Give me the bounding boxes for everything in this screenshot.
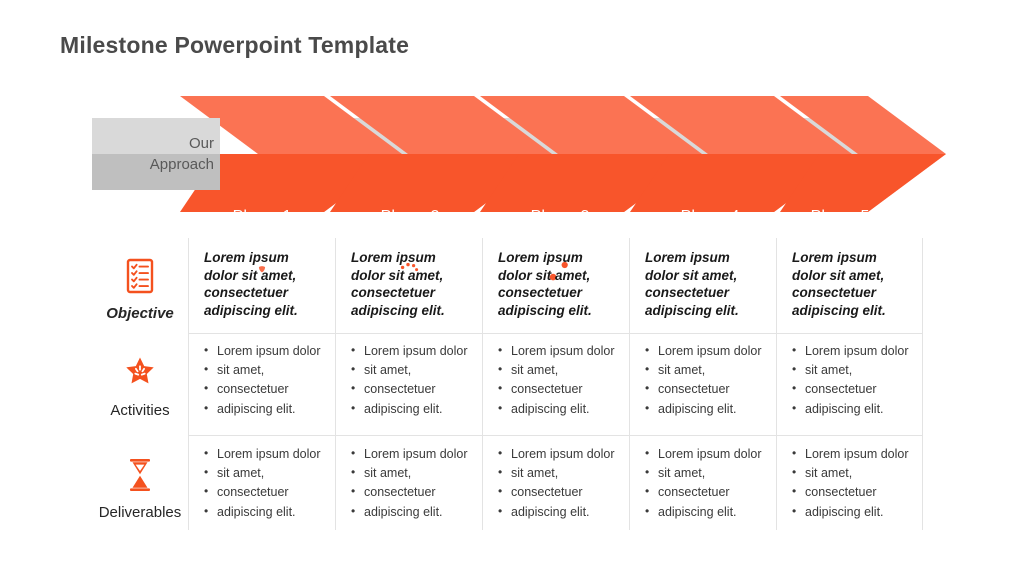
list-item: sit amet,	[498, 463, 623, 483]
list-item: sit amet,	[645, 360, 770, 380]
list-item: sit amet,	[792, 360, 917, 380]
objective-cell-4: Lorem ipsum dolor sit amet, consectetuer…	[645, 250, 739, 318]
objective-cell-5: Lorem ipsum dolor sit amet, consectetuer…	[792, 250, 886, 318]
activities-list-1: Lorem ipsum dolor sit amet, consectetuer…	[204, 341, 329, 419]
list-item: consectetuer	[792, 379, 917, 399]
list-item: sit amet,	[351, 463, 476, 483]
row-header-objective: Objective	[92, 244, 188, 332]
list-item: consectetuer	[204, 482, 329, 502]
list-item: consectetuer	[792, 482, 917, 502]
approach-text: Our Approach	[92, 118, 220, 190]
column-divider-4	[776, 238, 777, 530]
list-item: adipiscing elit.	[792, 399, 917, 419]
list-item: sit amet,	[792, 463, 917, 483]
list-item: adipiscing elit.	[498, 399, 623, 419]
approach-line-1: Our	[188, 135, 214, 152]
objective-cell-3: Lorem ipsum dolor sit amet, consectetuer…	[498, 250, 592, 318]
list-item: Lorem ipsum dolor	[204, 444, 329, 464]
list-item: adipiscing elit.	[204, 399, 329, 419]
objective-cell-1: Lorem ipsum dolor sit amet, consectetuer…	[204, 250, 298, 318]
deliverables-list-4: Lorem ipsum dolor sit amet, consectetuer…	[645, 444, 770, 522]
list-item: Lorem ipsum dolor	[498, 444, 623, 464]
row-label-objective: Objective	[106, 304, 174, 322]
list-item: consectetuer	[498, 482, 623, 502]
row-label-activities: Activities	[110, 401, 170, 419]
row-divider-2	[188, 435, 922, 436]
list-item: sit amet,	[645, 463, 770, 483]
list-item: consectetuer	[351, 482, 476, 502]
row-header-deliverables: Deliverables	[92, 446, 188, 528]
list-item: Lorem ipsum dolor	[645, 341, 770, 361]
list-item: consectetuer	[645, 379, 770, 399]
approach-line-2: Approach	[149, 156, 214, 173]
phase-label-1: Phase 1	[232, 208, 292, 225]
phase-label-3: Phase 3	[530, 208, 590, 225]
deliverables-list-3: Lorem ipsum dolor sit amet, consectetuer…	[498, 444, 623, 522]
list-item: consectetuer	[204, 379, 329, 399]
our-approach-box: Our Approach	[92, 118, 220, 190]
slide-canvas: Milestone Powerpoint Template Our Approa…	[0, 0, 1024, 576]
activities-list-3: Lorem ipsum dolor sit amet, consectetuer…	[498, 341, 623, 419]
list-item: consectetuer	[351, 379, 476, 399]
content-table: Objective Lorem ipsum dolor sit amet, co…	[92, 234, 923, 534]
list-item: Lorem ipsum dolor	[498, 341, 623, 361]
phase-label-2: Phase 2	[380, 208, 440, 225]
list-item: adipiscing elit.	[498, 502, 623, 522]
checklist-icon	[125, 255, 155, 297]
list-item: sit amet,	[204, 360, 329, 380]
list-item: sit amet,	[204, 463, 329, 483]
list-item: consectetuer	[645, 482, 770, 502]
objective-cell-2: Lorem ipsum dolor sit amet, consectetuer…	[351, 250, 445, 318]
phase-label-5: Phase 5	[810, 208, 870, 225]
list-item: Lorem ipsum dolor	[204, 341, 329, 361]
list-item: sit amet,	[498, 360, 623, 380]
phase-banner: Our Approach Phase 1 Immerse Phase 2 Des…	[0, 96, 1024, 302]
row-label-deliverables: Deliverables	[98, 503, 182, 521]
deliverables-list-5: Lorem ipsum dolor sit amet, consectetuer…	[792, 444, 917, 522]
column-divider-5	[922, 238, 923, 530]
page-title: Milestone Powerpoint Template	[60, 32, 410, 58]
list-item: Lorem ipsum dolor	[351, 341, 476, 361]
list-item: adipiscing elit.	[204, 502, 329, 522]
list-item: consectetuer	[498, 379, 623, 399]
activities-list-4: Lorem ipsum dolor sit amet, consectetuer…	[645, 341, 770, 419]
list-item: adipiscing elit.	[351, 502, 476, 522]
column-divider-0	[188, 238, 189, 530]
column-divider-3	[629, 238, 630, 530]
hourglass-icon	[127, 454, 153, 496]
deliverables-list-1: Lorem ipsum dolor sit amet, consectetuer…	[204, 444, 329, 522]
list-item: Lorem ipsum dolor	[792, 341, 917, 361]
list-item: adipiscing elit.	[351, 399, 476, 419]
row-header-activities: Activities	[92, 344, 188, 426]
column-divider-1	[335, 238, 336, 530]
activities-list-2: Lorem ipsum dolor sit amet, consectetuer…	[351, 341, 476, 419]
list-item: adipiscing elit.	[645, 502, 770, 522]
list-item: sit amet,	[351, 360, 476, 380]
list-item: Lorem ipsum dolor	[792, 444, 917, 464]
list-item: Lorem ipsum dolor	[351, 444, 476, 464]
list-item: adipiscing elit.	[645, 399, 770, 419]
activities-list-5: Lorem ipsum dolor sit amet, consectetuer…	[792, 341, 917, 419]
column-divider-2	[482, 238, 483, 530]
list-item: adipiscing elit.	[792, 502, 917, 522]
list-item: Lorem ipsum dolor	[645, 444, 770, 464]
row-divider-1	[188, 333, 922, 334]
star-hands-icon	[123, 352, 157, 394]
deliverables-list-2: Lorem ipsum dolor sit amet, consectetuer…	[351, 444, 476, 522]
